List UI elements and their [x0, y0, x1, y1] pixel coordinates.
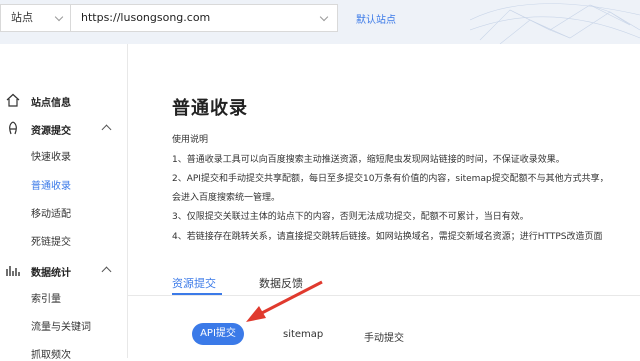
annotation-arrow-icon: [246, 280, 323, 322]
